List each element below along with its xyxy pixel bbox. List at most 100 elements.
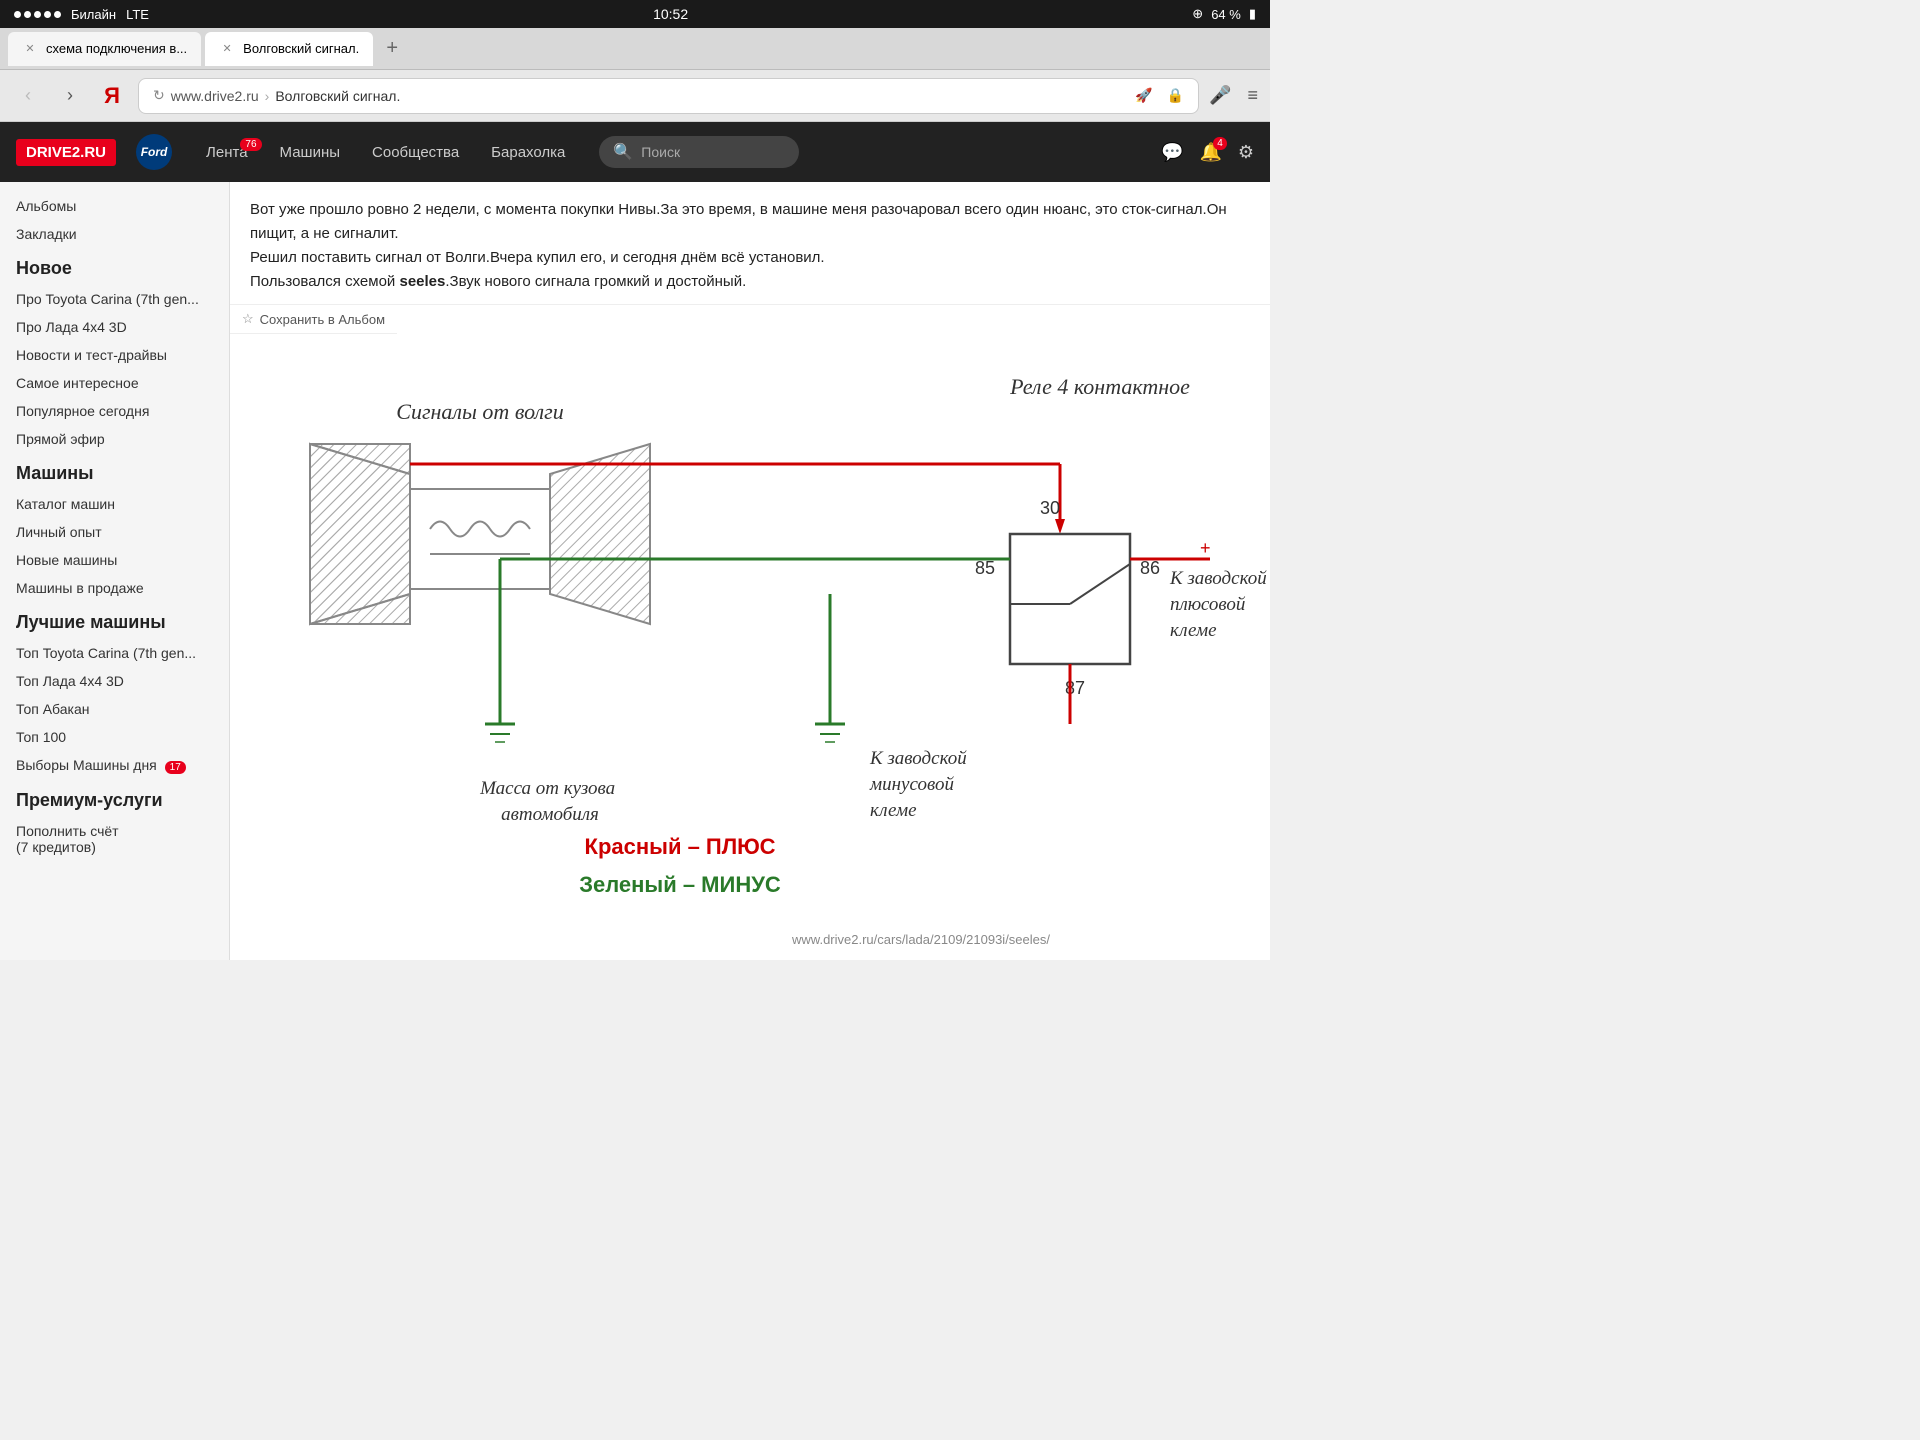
nav-mashiny[interactable]: Машины xyxy=(266,138,354,167)
diagram-label-87: 87 xyxy=(1065,678,1085,698)
battery-icon: ▮ xyxy=(1249,6,1256,22)
sidebar-item-new-cars[interactable]: Новые машины xyxy=(0,546,229,574)
address-bar: ‹ › Я ↻ www.drive2.ru › Волговский сигна… xyxy=(0,70,1270,122)
sidebar-item-top-lada[interactable]: Топ Лада 4x4 3D xyxy=(0,667,229,695)
address-right: 🎤 ≡ xyxy=(1209,85,1258,106)
article-text4: .Звук нового сигнала громкий и достойный… xyxy=(445,273,746,290)
dot3 xyxy=(34,11,41,18)
sidebar-item-news[interactable]: Новости и тест-драйвы xyxy=(0,341,229,369)
diagram-title1: Сигналы от волги xyxy=(396,399,563,424)
carrier-label: Билайн xyxy=(71,7,116,22)
nav-soobschestva[interactable]: Сообщества xyxy=(358,138,473,167)
sidebar-item-topup[interactable]: Пополнить счёт (7 кредитов) xyxy=(0,817,229,861)
tab-2[interactable]: ✕ Волговский сигнал. xyxy=(205,32,373,66)
signal-dots xyxy=(14,11,61,18)
drive2-logo[interactable]: DRIVE2.RU xyxy=(16,139,116,166)
sidebar-item-catalog[interactable]: Каталог машин xyxy=(0,490,229,518)
search-icon: 🔍 xyxy=(613,142,633,162)
nav-search[interactable]: 🔍 Поиск xyxy=(599,136,799,168)
diagram-label-green: Зеленый – МИНУС xyxy=(579,872,781,897)
sidebar-item-interesting[interactable]: Самое интересное xyxy=(0,369,229,397)
sidebar-section-cars: Машины xyxy=(0,453,229,490)
diagram-label-85: 85 xyxy=(975,558,995,578)
diagram-title2: Реле 4 контактное xyxy=(1009,374,1190,399)
yandex-icon[interactable]: Я xyxy=(96,80,128,112)
menu-icon[interactable]: ≡ xyxy=(1247,85,1258,106)
url-separator: › xyxy=(265,88,270,104)
tab-2-label: Волговский сигнал. xyxy=(243,41,359,56)
vybory-badge: 17 xyxy=(165,761,186,774)
network-type: LTE xyxy=(126,7,149,22)
chat-icon[interactable]: 💬 xyxy=(1161,142,1183,163)
sidebar: Альбомы Закладки Новое Про Toyota Carina… xyxy=(0,182,230,960)
sidebar-item-popular[interactable]: Популярное сегодня xyxy=(0,397,229,425)
sidebar-section-premium: Премиум-услуги xyxy=(0,780,229,817)
search-placeholder: Поиск xyxy=(641,144,680,160)
top-nav: DRIVE2.RU Ford Лента 76 Машины Сообществ… xyxy=(0,122,1270,182)
back-button[interactable]: ‹ xyxy=(12,80,44,112)
tab-2-close[interactable]: ✕ xyxy=(219,41,235,57)
diagram-label-mass: Масса от кузова автомобиля xyxy=(479,778,620,825)
tab-1-label: схема подключения в... xyxy=(46,41,187,56)
tab-1[interactable]: ✕ схема подключения в... xyxy=(8,32,201,66)
refresh-icon[interactable]: ↻ xyxy=(153,87,165,104)
url-path: Волговский сигнал. xyxy=(275,88,400,104)
nav-lenta[interactable]: Лента 76 xyxy=(192,138,262,167)
sidebar-item-toyota-carina[interactable]: Про Toyota Carina (7th gen... xyxy=(0,285,229,313)
location-icon: ⊕ xyxy=(1192,6,1203,22)
diagram-label-zavod1: К заводской плюсовой клеме xyxy=(1169,568,1270,641)
dot5 xyxy=(54,11,61,18)
content-area: Вот уже прошло ровно 2 недели, с момента… xyxy=(230,182,1270,960)
lenta-badge: 76 xyxy=(240,138,261,151)
status-right: ⊕ 64 % ▮ xyxy=(1192,6,1256,22)
article-bold: seeles xyxy=(399,273,445,290)
url-domain: www.drive2.ru xyxy=(171,88,259,104)
sidebar-item-lada-4x4[interactable]: Про Лада 4x4 3D xyxy=(0,313,229,341)
diagram-label-30: 30 xyxy=(1040,498,1060,518)
notification-icon[interactable]: 🔔4 xyxy=(1199,142,1221,163)
sidebar-item-top100[interactable]: Топ 100 xyxy=(0,723,229,751)
notification-badge: 4 xyxy=(1213,137,1227,150)
article-text1: Вот уже прошло ровно 2 недели, с момента… xyxy=(250,201,1227,242)
rocket-icon[interactable]: 🚀 xyxy=(1135,87,1152,104)
lock-icon: 🔒 xyxy=(1167,87,1184,104)
main-layout: Альбомы Закладки Новое Про Toyota Carina… xyxy=(0,182,1270,960)
sidebar-item-bookmarks[interactable]: Закладки xyxy=(0,220,229,248)
status-time: 10:52 xyxy=(653,6,688,22)
article-text: Вот уже прошло ровно 2 недели, с момента… xyxy=(230,182,1270,305)
diagram-label-red: Красный – ПЛЮС xyxy=(585,834,776,859)
diagram-label-zavod2: К заводской минусовой клеме xyxy=(869,748,972,821)
nav-baraholka[interactable]: Барахолка xyxy=(477,138,579,167)
nav-items: Лента 76 Машины Сообщества Барахолка xyxy=(192,138,579,167)
tab-bar: ✕ схема подключения в... ✕ Волговский си… xyxy=(0,28,1270,70)
ford-logo: Ford xyxy=(136,134,172,170)
microphone-icon[interactable]: 🎤 xyxy=(1209,85,1231,106)
star-icon: ☆ xyxy=(242,311,254,327)
circuit-diagram: Сигналы от волги Реле 4 контактное xyxy=(230,334,1270,960)
tab-1-close[interactable]: ✕ xyxy=(22,41,38,57)
url-bar[interactable]: ↻ www.drive2.ru › Волговский сигнал. 🚀 🔒 xyxy=(138,78,1199,114)
sidebar-item-vybory[interactable]: Выборы Машины дня 17 xyxy=(0,751,229,780)
circuit-svg: Сигналы от волги Реле 4 контактное xyxy=(230,344,1270,960)
sidebar-item-for-sale[interactable]: Машины в продаже xyxy=(0,574,229,602)
forward-button[interactable]: › xyxy=(54,80,86,112)
sidebar-item-top-abakan[interactable]: Топ Абакан xyxy=(0,695,229,723)
dot1 xyxy=(14,11,21,18)
sidebar-item-live[interactable]: Прямой эфир xyxy=(0,425,229,453)
tab-add-button[interactable]: + xyxy=(377,34,407,64)
sidebar-item-personal[interactable]: Личный опыт xyxy=(0,518,229,546)
save-album-button[interactable]: ☆ Сохранить в Альбом xyxy=(230,305,397,334)
diagram-label-86: 86 xyxy=(1140,558,1160,578)
battery-label: 64 % xyxy=(1211,7,1241,22)
svg-text:+: + xyxy=(1200,538,1211,558)
sidebar-item-top-toyota[interactable]: Топ Toyota Carina (7th gen... xyxy=(0,639,229,667)
nav-right: 💬 🔔4 ⚙ xyxy=(1161,142,1254,163)
article-text3: Пользовался схемой xyxy=(250,273,399,290)
diagram-watermark: www.drive2.ru/cars/lada/2109/21093i/seel… xyxy=(791,932,1050,947)
article-text2: Решил поставить сигнал от Волги.Вчера ку… xyxy=(250,249,825,266)
status-left: Билайн LTE xyxy=(14,7,149,22)
sidebar-item-albums[interactable]: Альбомы xyxy=(0,192,229,220)
settings-icon[interactable]: ⚙ xyxy=(1238,142,1254,163)
sidebar-section-best: Лучшие машины xyxy=(0,602,229,639)
dot4 xyxy=(44,11,51,18)
